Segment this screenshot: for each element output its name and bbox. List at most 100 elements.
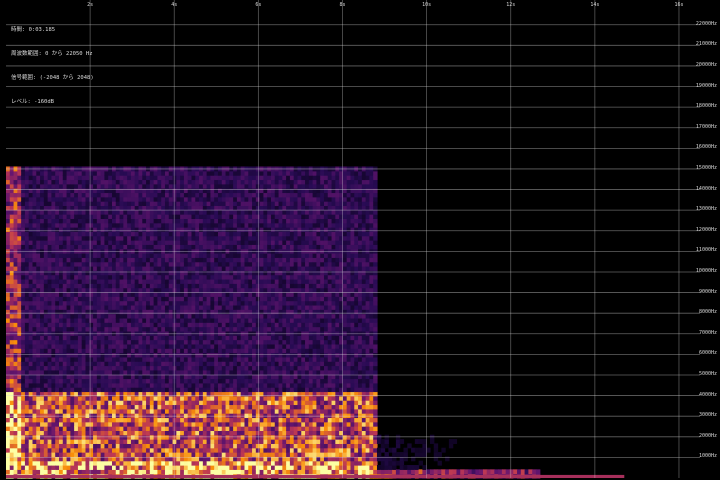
spectrogram-cell	[58, 287, 64, 293]
spectrogram-cell	[244, 196, 249, 202]
spectrogram-cell	[85, 179, 90, 185]
spectrogram-cell	[100, 326, 106, 332]
spectrogram-cell	[199, 170, 204, 176]
spectrogram-cell	[206, 214, 212, 219]
spectrogram-cell	[66, 240, 71, 245]
spectrogram-cell	[17, 348, 22, 354]
spectrogram-cell	[100, 278, 106, 284]
spectrogram-cell	[119, 460, 124, 466]
spectrogram-cell	[164, 317, 170, 323]
spectrogram-cell	[134, 300, 140, 306]
spectrogram-cell	[85, 196, 90, 202]
spectrogram-cell	[111, 404, 117, 410]
spectrogram-cell	[40, 417, 45, 423]
spectrogram-cell	[176, 175, 181, 181]
spectrogram-cell	[81, 434, 87, 440]
spectrogram-cell	[176, 287, 181, 293]
spectrogram-cell	[183, 343, 189, 349]
spectrogram-cell	[240, 257, 246, 263]
spectrogram-cell	[183, 469, 189, 475]
spectrogram-cell	[153, 417, 159, 423]
spectrogram-cell	[108, 378, 113, 384]
spectrogram-cell	[210, 313, 215, 319]
spectrogram-cell	[43, 287, 49, 293]
spectrogram-cell	[206, 300, 212, 306]
spectrogram-cell	[195, 361, 200, 367]
spectrogram-cell	[62, 265, 68, 271]
spectrogram-cell	[28, 244, 34, 250]
spectrogram-cell	[24, 244, 30, 250]
spectrogram-cell	[161, 179, 166, 185]
spectrogram-cell	[77, 274, 83, 280]
spectrogram-cell	[172, 447, 177, 453]
spectrogram-cell	[81, 343, 87, 349]
spectrogram-cell	[153, 253, 159, 258]
spectrogram-cell	[225, 296, 230, 302]
spectrogram-cell	[47, 361, 53, 367]
spectrogram-cell	[58, 400, 64, 406]
spectrogram-cell	[17, 296, 22, 302]
spectrogram-cell	[229, 356, 234, 362]
spectrogram-cell	[233, 395, 238, 401]
spectrogram-cell	[195, 395, 200, 401]
spectrogram-cell	[36, 452, 41, 457]
spectrogram-cell	[51, 227, 56, 232]
spectrogram-cell	[153, 404, 159, 410]
spectrogram-cell	[172, 404, 177, 410]
spectrogram-cell	[161, 352, 166, 358]
spectrogram-cell	[195, 352, 200, 358]
spectrogram-cell	[225, 343, 230, 349]
spectrogram-cell	[183, 283, 189, 289]
spectrogram-cell	[123, 265, 128, 271]
spectrogram-cell	[210, 335, 215, 341]
spectrogram-cell	[180, 261, 185, 267]
spectrogram-cell	[202, 413, 208, 419]
spectrogram-cell	[142, 227, 147, 232]
spectrogram-cell	[149, 179, 155, 185]
spectrogram-cell	[77, 434, 83, 440]
spectrogram-cell	[104, 218, 109, 224]
spectrogram-cell	[66, 222, 71, 228]
spectrogram-cell	[85, 352, 90, 358]
spectrogram-cell	[180, 317, 185, 323]
spectrogram-cell	[74, 421, 79, 427]
spectrogram-cell	[130, 227, 136, 232]
spectrogram-cell	[43, 317, 49, 323]
spectrogram-cell	[195, 304, 200, 310]
spectrogram-cell	[214, 257, 219, 263]
spectrogram-cell	[191, 343, 196, 349]
spectrogram-cell	[62, 460, 68, 466]
spectrogram-cell	[248, 218, 253, 224]
spectrogram-cell	[259, 270, 265, 276]
spectrogram-cell	[187, 452, 193, 457]
spectrogram-cell	[93, 192, 98, 198]
spectrogram-cell	[225, 361, 230, 367]
spectrogram-cell	[210, 365, 215, 371]
spectrogram-cell	[74, 395, 79, 401]
spectrogram-cell	[210, 330, 215, 336]
spectrogram-cell	[85, 287, 90, 293]
spectrogram-cell	[236, 352, 242, 358]
spectrogram-cell	[96, 387, 102, 393]
spectrogram-cell	[32, 361, 37, 367]
spectrogram-cell	[134, 214, 140, 219]
spectrogram-cell	[100, 339, 106, 345]
spectrogram-cell	[259, 382, 265, 388]
spectrogram-cell	[267, 421, 272, 427]
spectrogram-cell	[96, 460, 102, 466]
spectrogram-cell	[134, 326, 140, 332]
spectrogram-cell	[248, 270, 253, 276]
spectrogram-cell	[96, 421, 102, 427]
spectrogram-cell	[74, 439, 79, 444]
spectrogram-cell	[259, 257, 265, 263]
spectrogram-cell	[17, 240, 22, 245]
spectrogram-cell	[21, 378, 26, 384]
spectrogram-cell	[214, 361, 219, 367]
spectrogram-cell	[202, 304, 208, 310]
spectrogram-cell	[24, 214, 30, 219]
spectrogram-cell	[199, 465, 204, 470]
spectrogram-cell	[40, 240, 45, 245]
spectrogram-cell	[104, 287, 109, 293]
spectrogram-cell	[115, 330, 121, 336]
spectrogram-cell	[96, 361, 102, 367]
